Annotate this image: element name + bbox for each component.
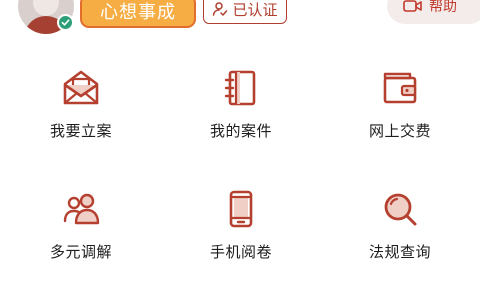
grid-label: 网上交费 (368, 122, 431, 140)
video-camera-icon (403, 0, 422, 12)
grid-item-mobile-reading[interactable]: 手机阅卷 (181, 183, 301, 273)
avatar-head (33, 0, 59, 16)
grid-label: 法规查询 (368, 243, 431, 261)
help-label: 帮助 (429, 0, 457, 15)
people-icon (63, 193, 100, 225)
certified-label: 已认证 (232, 0, 278, 19)
grid-item-file-case[interactable]: 我要立案 (21, 62, 141, 152)
user-certified-icon (213, 2, 228, 16)
envelope-icon (63, 70, 99, 105)
grid-item-my-cases[interactable]: 我的案件 (181, 62, 301, 152)
slogan-text: 心想事成 (100, 2, 176, 23)
grid-label: 手机阅卷 (209, 243, 272, 261)
grid-label: 多元调解 (49, 243, 112, 261)
notebook-icon (224, 70, 256, 106)
certified-badge[interactable]: 已认证 (203, 0, 287, 24)
grid-item-mediation[interactable]: 多元调解 (21, 183, 141, 273)
grid-label: 我要立案 (49, 122, 112, 140)
grid-item-online-payment[interactable]: 网上交费 (340, 62, 460, 152)
search-icon (384, 193, 417, 226)
grid-label: 我的案件 (209, 122, 272, 140)
slogan-badge: 心想事成 (80, 0, 196, 28)
phone-icon (229, 190, 253, 228)
verified-shield-icon (57, 14, 74, 31)
wallet-icon (383, 72, 417, 104)
grid-item-law-search[interactable]: 法规查询 (340, 183, 460, 273)
help-button[interactable]: 帮助 (387, 0, 480, 24)
